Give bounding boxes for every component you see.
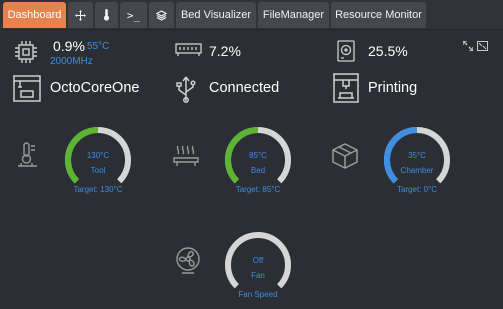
disk-usage: 25.5%	[368, 43, 408, 59]
expand-button[interactable]	[477, 38, 488, 56]
tab-terminal[interactable]: >_	[120, 2, 147, 28]
cpu-freq: 2000MHz	[50, 56, 93, 67]
cpu-temp: 55°C	[87, 41, 110, 52]
gcode-viewer-icon	[156, 9, 167, 21]
tab-temperature[interactable]	[95, 2, 118, 28]
chamber-gauge-name: Chamber	[401, 166, 434, 175]
terminal-icon: >_	[126, 8, 141, 22]
tab-filemanager[interactable]: FileManager	[258, 2, 329, 28]
chamber-gauge: 35°C Chamber	[384, 127, 450, 184]
tab-gcode-viewer[interactable]	[149, 2, 174, 28]
cpu-chip-icon	[14, 40, 38, 69]
tool-gauge-name: Tool	[91, 166, 106, 175]
3d-printer-icon	[333, 73, 359, 108]
bed-target: Target: 85°C	[235, 185, 281, 194]
thermometer-icon	[103, 9, 110, 21]
disk-icon	[337, 40, 355, 67]
fan-gauge-value: Off	[253, 256, 264, 265]
bed-gauge-value: 85°C	[249, 151, 267, 160]
bed-gauge-name: Bed	[251, 166, 265, 175]
tab-bed-visualizer-label: Bed Visualizer	[180, 9, 252, 21]
tool-gauge-value: 130°C	[87, 151, 110, 160]
tool-target: Target: 130°C	[73, 185, 123, 194]
memory-icon	[175, 43, 202, 62]
usb-icon	[175, 75, 197, 108]
tool-gauge: 130°C Tool	[65, 127, 131, 184]
hotend-icon	[15, 140, 41, 175]
tab-dashboard-label: Dashboard	[7, 9, 62, 21]
chamber-target: Target: 0°C	[396, 185, 438, 194]
cpu-load: 0.9%	[53, 38, 85, 54]
tab-resource-monitor-label: Resource Monitor	[335, 9, 422, 21]
tab-control[interactable]	[68, 2, 93, 28]
tab-bed-visualizer[interactable]: Bed Visualizer	[176, 2, 256, 28]
tab-resource-monitor[interactable]: Resource Monitor	[331, 2, 426, 28]
chamber-box-icon	[331, 142, 359, 175]
move-arrows-icon	[75, 9, 86, 21]
fan-gauge: Off Fan	[225, 232, 291, 289]
tab-filemanager-label: FileManager	[262, 9, 325, 21]
dashboard-panel: 0.9% 55°C 2000MHz 7.2% 25.5% OctoCoreOne…	[0, 30, 503, 309]
fan-icon	[174, 246, 202, 281]
printer-state: Printing	[368, 80, 418, 96]
memory-usage: 7.2%	[209, 43, 241, 59]
host-name: OctoCoreOne	[50, 80, 140, 96]
tab-dashboard[interactable]: Dashboard	[3, 2, 66, 28]
bed-gauge: 85°C Bed	[225, 127, 291, 184]
connection-status: Connected	[209, 80, 280, 96]
fan-gauge-name: Fan	[251, 271, 265, 280]
printer-host-icon	[13, 75, 41, 107]
fullscreen-button[interactable]	[462, 38, 474, 56]
tab-bar: Dashboard >_ Bed Visualizer FileManager …	[0, 0, 503, 30]
heated-bed-icon	[173, 143, 199, 174]
chamber-gauge-value: 35°C	[408, 151, 426, 160]
fan-speed-label: Fan Speed	[238, 290, 278, 299]
